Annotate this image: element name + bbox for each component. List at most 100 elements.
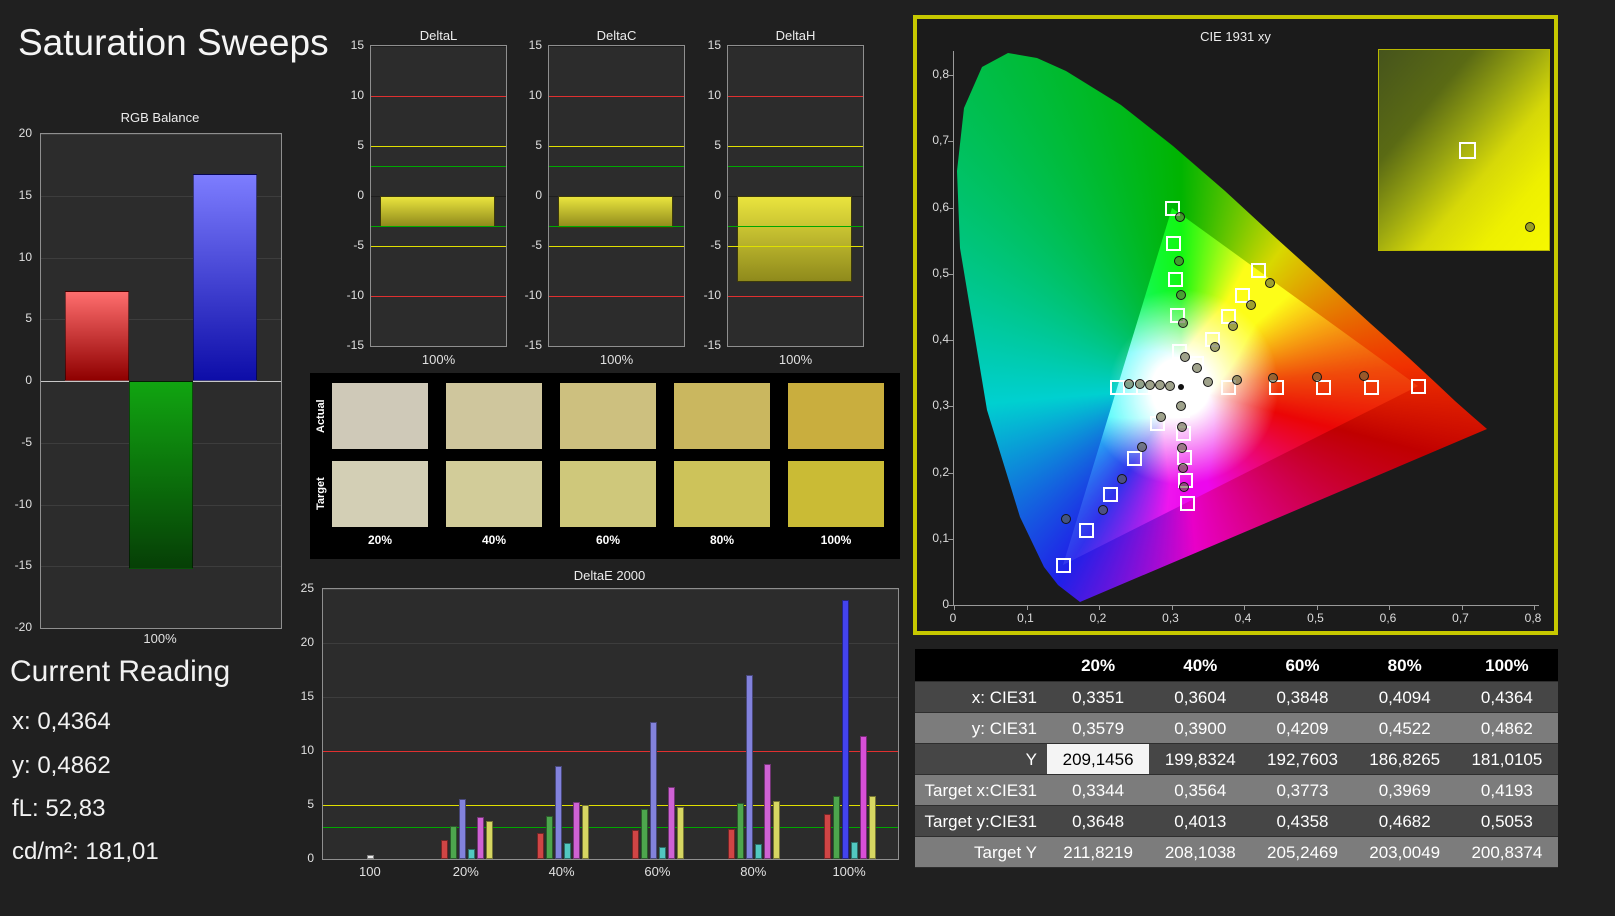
table-cell[interactable]: 0,3579 (1047, 713, 1149, 743)
x-axis-tick-label: 0,1 (1017, 611, 1034, 625)
table-row: y: CIE31 0,3579 0,3900 0,4209 0,4522 0,4862 (915, 713, 1558, 744)
y-axis-tick-label: 10 (300, 743, 314, 757)
threshold-line (323, 826, 898, 828)
table-cell[interactable]: 209,1456 (1047, 744, 1150, 774)
y-axis-tick-label: 0,6 (932, 199, 949, 214)
threshold-line (549, 246, 684, 247)
axis-tick (1534, 605, 1535, 610)
table-cell[interactable]: 0,3648 (1047, 806, 1149, 836)
table-cell[interactable]: 0,3351 (1047, 682, 1149, 712)
threshold-line (549, 296, 684, 297)
current-reading-fl: fL: 52,83 (12, 795, 106, 822)
target-marker (1102, 486, 1118, 502)
rgb-balance-ylabels: 20 15 10 5 0 -5 -10 -15 -20 (4, 126, 36, 634)
gridline (728, 346, 863, 347)
y-axis-tick-label: 0 (307, 851, 314, 865)
deltae-bar (755, 843, 763, 859)
swatch-actual-20% (332, 383, 428, 449)
deltae-bar (737, 802, 745, 859)
axis-tick (1099, 605, 1100, 610)
deltae-bar (668, 786, 676, 859)
deltae-bar (449, 825, 457, 859)
measurement-marker (1154, 380, 1165, 391)
delta-plot-0 (370, 45, 507, 347)
table-cell[interactable]: 0,4522 (1354, 713, 1456, 743)
delta-ylabels-1: 15 10 5 0 -5 -10 -15 (514, 38, 546, 352)
white-point-dot (1177, 384, 1184, 391)
table-cell[interactable]: 186,8265 (1354, 744, 1456, 774)
table-cell[interactable]: 181,0105 (1456, 744, 1558, 774)
measurement-marker (1144, 380, 1155, 391)
table-row-label: Target y:CIE31 (924, 812, 1037, 831)
measurement-marker (1358, 370, 1369, 381)
table-cell[interactable]: 0,4094 (1354, 682, 1456, 712)
target-marker (1079, 522, 1095, 538)
deltae-bar (563, 842, 571, 859)
table-cell[interactable]: 0,4358 (1251, 806, 1353, 836)
delta-h-chart: DeltaH 15 10 5 0 -5 -10 -15 100% (691, 28, 864, 373)
target-marker (1363, 379, 1379, 395)
x-group-label: 40% (548, 864, 575, 879)
target-marker (1168, 272, 1184, 288)
deltae-xlabels: 100 20% 40% 60% 80% 100% (322, 864, 897, 880)
y-axis-tick-label: 0,1 (932, 530, 949, 545)
table-cell[interactable]: 0,4209 (1251, 713, 1353, 743)
y-axis-tick-label: 0,2 (932, 464, 949, 479)
y-axis-tick-label: 0,5 (932, 265, 949, 280)
swatch-actual-80% (674, 383, 770, 449)
y-axis-tick-label: 10 (707, 88, 721, 102)
swatch-actual-100% (788, 383, 884, 449)
table-row-label: Target Y (973, 843, 1037, 862)
x-axis-tick-label: 0,3 (1162, 611, 1179, 625)
table-cell[interactable]: 208,1038 (1149, 837, 1251, 867)
table-cell[interactable]: 0,5053 (1456, 806, 1558, 836)
table-cell[interactable]: 211,8219 (1047, 837, 1149, 867)
table-cell[interactable]: 0,4193 (1456, 775, 1558, 805)
table-cell[interactable]: 203,0049 (1354, 837, 1456, 867)
table-cell[interactable]: 0,4682 (1354, 806, 1456, 836)
target-marker (1126, 451, 1142, 467)
measurement-marker (1210, 341, 1221, 352)
swatch-column-label: 40% (481, 533, 507, 547)
axis-tick (1171, 605, 1173, 610)
table-cell[interactable]: 199,8324 (1149, 744, 1251, 774)
threshold-line (371, 96, 506, 97)
table-row: Target y:CIE31 0,3648 0,4013 0,4358 0,4682 0,… (915, 806, 1558, 837)
table-cell[interactable]: 0,3969 (1354, 775, 1456, 805)
table-cell[interactable]: 0,3604 (1149, 682, 1251, 712)
table-cell[interactable]: 200,8374 (1456, 837, 1558, 867)
y-axis-tick-label: -5 (531, 238, 542, 252)
delta-bar-deltac (558, 196, 673, 228)
deltae-bar (581, 805, 589, 859)
measurement-marker (1134, 379, 1145, 390)
threshold-line (728, 246, 863, 247)
deltae-bar (641, 809, 649, 859)
table-row-label: x: CIE31 (971, 688, 1037, 707)
deltae-bar (367, 854, 375, 859)
table-cell[interactable]: 192,7603 (1251, 744, 1353, 774)
target-marker (1179, 495, 1195, 511)
y-axis-tick-label: 15 (707, 38, 721, 52)
table-cell[interactable]: 0,4364 (1456, 682, 1558, 712)
y-axis-tick-label: 0,3 (932, 398, 949, 413)
table-cell[interactable]: 0,3773 (1251, 775, 1353, 805)
table-cell[interactable]: 0,3344 (1047, 775, 1149, 805)
table-cell[interactable]: 205,2469 (1251, 837, 1353, 867)
y-axis-tick-label: -20 (14, 620, 32, 634)
swatch-column-label: 60% (595, 533, 621, 547)
swatch-target-20% (332, 461, 428, 527)
deltae-bar (476, 816, 484, 859)
swatch-column-label: 20% (367, 533, 393, 547)
y-axis-tick-label: 15 (350, 38, 364, 52)
table-cell[interactable]: 0,4013 (1149, 806, 1251, 836)
y-axis-tick-label: 15 (528, 38, 542, 52)
table-cell[interactable]: 0,3564 (1149, 775, 1251, 805)
threshold-line (728, 226, 863, 227)
axis-tick (1316, 605, 1318, 610)
table-cell[interactable]: 0,4862 (1456, 713, 1558, 743)
table-cell[interactable]: 0,3900 (1149, 713, 1251, 743)
axis-tick (948, 141, 953, 143)
swatch-column-label: 80% (709, 533, 735, 547)
table-cell[interactable]: 0,3848 (1251, 682, 1353, 712)
measurement-marker (1155, 411, 1166, 422)
